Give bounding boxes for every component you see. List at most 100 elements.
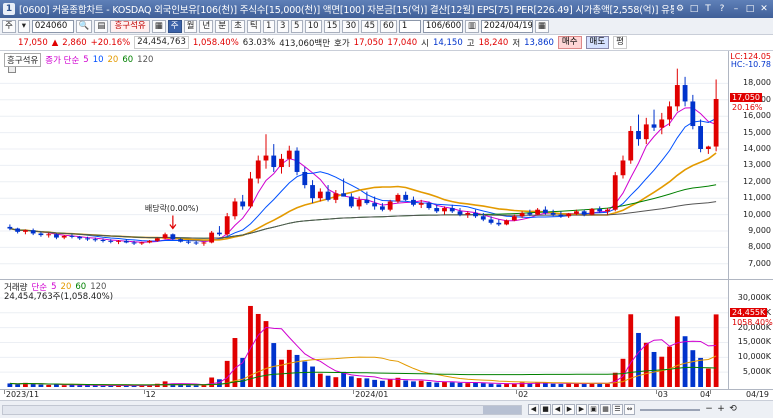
period-second[interactable]: 초	[231, 19, 245, 33]
interval-1[interactable]: 1	[262, 19, 275, 33]
stop-icon[interactable]: ■	[540, 404, 551, 415]
volume-bar	[317, 373, 323, 387]
news-icon[interactable]: ▤	[94, 19, 109, 33]
price-axis-label: 10,000	[743, 209, 771, 219]
volume-bar	[434, 382, 440, 387]
volume-bar	[77, 385, 83, 387]
grid-icon[interactable]: ▦	[600, 404, 611, 415]
play-right-icon[interactable]: ▶	[564, 404, 575, 415]
candle-body	[185, 241, 191, 243]
volume-bar	[659, 356, 665, 387]
period-tick[interactable]: 틱	[246, 19, 261, 33]
close-icon[interactable]: ✕	[758, 3, 770, 15]
volume-bar	[558, 384, 564, 387]
help-icon[interactable]: ?	[716, 3, 728, 15]
bid-price: 17,040	[387, 37, 418, 48]
interval-3[interactable]: 3	[276, 19, 289, 33]
candle-body	[566, 213, 572, 217]
nav-buttons: ◀ ■ ◀ ▶ ▶ ▣ ▦ ☰ ⇔	[528, 404, 635, 415]
eval-button[interactable]: 평	[613, 36, 627, 49]
volume-bar	[457, 382, 463, 387]
legend-ma60[interactable]: 60	[122, 55, 133, 65]
volume-bar	[61, 385, 67, 387]
reset-icon[interactable]: ⟲	[728, 404, 738, 415]
settings-icon[interactable]: ⚙	[674, 3, 686, 15]
volume-current-legend: 24,454,763주(1,058.40%)	[4, 290, 113, 302]
chart-scrollbar[interactable]	[2, 405, 522, 415]
period-week[interactable]: 주	[167, 19, 182, 33]
volume-bar	[480, 383, 486, 387]
x-axis-label: 04	[700, 390, 711, 399]
current-volume-badge: 24,455K	[730, 308, 768, 318]
candle-body	[310, 185, 315, 199]
candle-body	[605, 209, 610, 212]
plus-icon[interactable]: +	[716, 404, 726, 415]
measure-icon[interactable]: ⇔	[624, 404, 635, 415]
volume-ratio: 1,058.40%	[192, 37, 239, 48]
scrollbar-thumb[interactable]	[483, 406, 521, 414]
candle-body	[473, 212, 478, 217]
zoom-slider[interactable]	[640, 409, 700, 411]
candle-body	[123, 240, 129, 243]
legend-ma-label[interactable]: 종가 단순	[45, 54, 79, 66]
code-search-icon[interactable]: ▾	[17, 19, 30, 33]
volume-bar	[411, 381, 416, 387]
period-year[interactable]: 년	[199, 19, 214, 33]
period-month[interactable]: 월	[183, 19, 198, 33]
legend-stock-name[interactable]: 흥구석유	[4, 53, 42, 67]
volume-bar	[504, 384, 509, 387]
x-axis-tick	[353, 390, 355, 394]
interval-10[interactable]: 10	[304, 19, 322, 33]
open-label: 시	[421, 38, 429, 49]
chart-type-icon[interactable]: ▥	[464, 19, 479, 33]
legend-ma10[interactable]: 10	[93, 55, 104, 65]
volume-bar	[232, 338, 238, 387]
zoom-controls: − + ⟲	[704, 404, 738, 415]
font-icon[interactable]: T	[702, 3, 714, 15]
candle-body	[232, 201, 238, 217]
play-left-icon[interactable]: ◀	[552, 404, 563, 415]
calendar-icon[interactable]: ▦	[151, 19, 166, 33]
sell-button[interactable]: 매도	[585, 36, 610, 49]
scroll-right-icon[interactable]: ▶	[576, 404, 587, 415]
volume-chart-pane[interactable]: 거래량 단순 5 20 60 120 24,454,763주(1,058.40%…	[0, 280, 728, 389]
volume-bar	[286, 349, 292, 387]
price-chart-pane[interactable]: 흥구석유 종가 단순 5 10 20 60 120 배당락(0.00%)	[0, 51, 728, 280]
interval-30[interactable]: 30	[342, 19, 360, 33]
minimize-icon[interactable]: –	[730, 3, 742, 15]
date-input[interactable]: 2024/04/19	[480, 19, 533, 33]
candle-body	[643, 124, 649, 140]
current-price-badge: 17,050	[730, 92, 762, 102]
search-icon[interactable]: 🔍	[75, 19, 93, 33]
date-picker-icon[interactable]: ▦	[534, 19, 549, 33]
interval-45[interactable]: 45	[361, 19, 379, 33]
quote-bar: 17,050 ▲ 2,860 +20.16% 24,454,763 1,058.…	[0, 35, 773, 51]
volume-bar	[581, 383, 587, 387]
buy-button[interactable]: 매수	[557, 36, 582, 49]
legend-ma20[interactable]: 20	[108, 55, 119, 65]
price-chart[interactable]	[0, 51, 728, 280]
candle-body	[542, 209, 548, 213]
interval-15[interactable]: 15	[323, 19, 341, 33]
legend-ma5[interactable]: 5	[83, 55, 88, 65]
volume-bar	[263, 321, 269, 387]
data-count-input[interactable]: 106/600	[422, 19, 463, 33]
chart-mode-button[interactable]: 주	[2, 19, 16, 33]
ma5-line	[9, 107, 717, 243]
period-minute[interactable]: 분	[215, 19, 230, 33]
fit-icon[interactable]: ▣	[588, 404, 599, 415]
legend-ma120[interactable]: 120	[137, 55, 153, 65]
interval-5[interactable]: 5	[290, 19, 303, 33]
scroll-left-icon[interactable]: ◀	[528, 404, 539, 415]
count-mode-select[interactable]: 1	[398, 19, 421, 33]
minus-icon[interactable]: −	[704, 404, 714, 415]
volume-bar	[449, 382, 455, 387]
ma120-line	[9, 201, 717, 239]
stock-code-input[interactable]: 024060	[31, 19, 74, 33]
maximize-icon[interactable]: □	[744, 3, 756, 15]
list-icon[interactable]: ☰	[612, 404, 623, 415]
interval-60[interactable]: 60	[380, 19, 397, 33]
app-icon[interactable]: 1	[3, 3, 15, 15]
restore-icon[interactable]: □	[688, 3, 700, 15]
volume-bar	[643, 342, 649, 387]
